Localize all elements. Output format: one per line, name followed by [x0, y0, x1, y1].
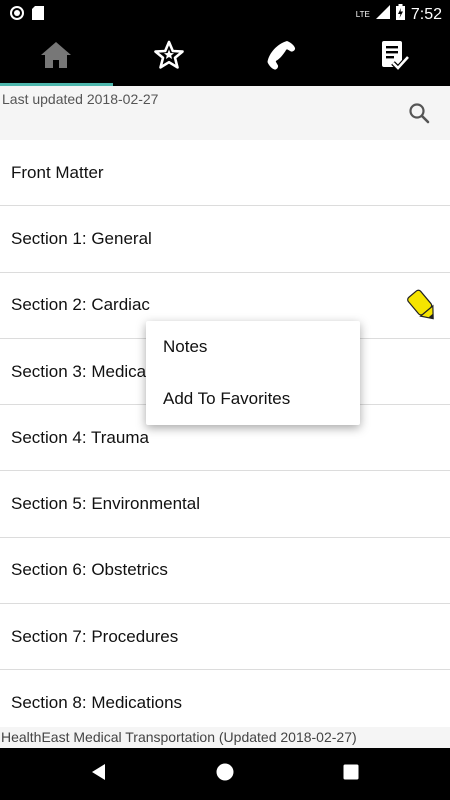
notes-indicator[interactable]	[404, 286, 442, 324]
tab-home[interactable]	[0, 28, 113, 86]
list-item[interactable]: Front Matter	[0, 140, 450, 207]
record-icon	[10, 6, 24, 25]
list-item[interactable]: Section 5: Environmental	[0, 471, 450, 538]
section-list: Front Matter Section 1: General Section …	[0, 140, 450, 737]
list-item-label: Front Matter	[11, 162, 104, 182]
list-item-label: Section 2: Cardiac	[11, 295, 150, 315]
list-item[interactable]: Section 1: General	[0, 206, 450, 273]
home-icon	[40, 41, 72, 74]
home-button[interactable]	[211, 760, 239, 788]
list-item[interactable]: Section 7: Procedures	[0, 604, 450, 671]
footer-text: HealthEast Medical Transportation (Updat…	[0, 727, 450, 748]
back-button[interactable]	[85, 760, 113, 788]
pencil-icon	[404, 289, 442, 328]
list-item-label: Section 7: Procedures	[11, 626, 179, 646]
phone-icon	[265, 39, 297, 76]
menu-item-label: Add To Favorites	[163, 389, 291, 408]
list-item-label: Section 6: Obstetrics	[11, 560, 168, 580]
clock: 7:52	[410, 5, 442, 23]
list-item-label: Section 3: Medical	[11, 361, 150, 381]
last-updated-text: Last updated 2018-02-27	[2, 91, 159, 107]
recents-icon	[343, 764, 359, 785]
menu-item-notes[interactable]: Notes	[146, 321, 360, 373]
search-button[interactable]	[404, 100, 434, 130]
search-icon	[408, 102, 430, 129]
checklist-icon	[378, 39, 410, 76]
system-nav-bar	[0, 748, 450, 800]
lte-label: LTE	[355, 10, 370, 19]
recents-button[interactable]	[337, 760, 365, 788]
menu-item-label: Notes	[163, 337, 208, 356]
list-item-label: Section 4: Trauma	[11, 427, 149, 447]
tab-checklist[interactable]	[338, 28, 450, 86]
list-item-label: Section 1: General	[11, 228, 152, 248]
list-item[interactable]: Section 6: Obstetrics	[0, 538, 450, 605]
battery-charging-icon	[395, 4, 405, 25]
header-row: Last updated 2018-02-27	[0, 86, 450, 140]
list-item-label: Section 8: Medications	[11, 693, 183, 713]
status-bar: LTE 7:52	[0, 0, 450, 28]
sd-card-icon	[32, 6, 44, 25]
context-menu: Notes Add To Favorites	[146, 321, 360, 425]
star-icon	[153, 40, 185, 75]
top-tab-bar	[0, 28, 450, 86]
home-circle-icon	[216, 763, 234, 786]
tab-phone[interactable]	[225, 28, 338, 86]
list-item-label: Section 5: Environmental	[11, 494, 200, 514]
menu-item-add-to-favorites[interactable]: Add To Favorites	[146, 373, 360, 425]
tab-favorites[interactable]	[113, 28, 226, 86]
signal-icon	[375, 5, 390, 24]
back-icon	[90, 763, 108, 786]
